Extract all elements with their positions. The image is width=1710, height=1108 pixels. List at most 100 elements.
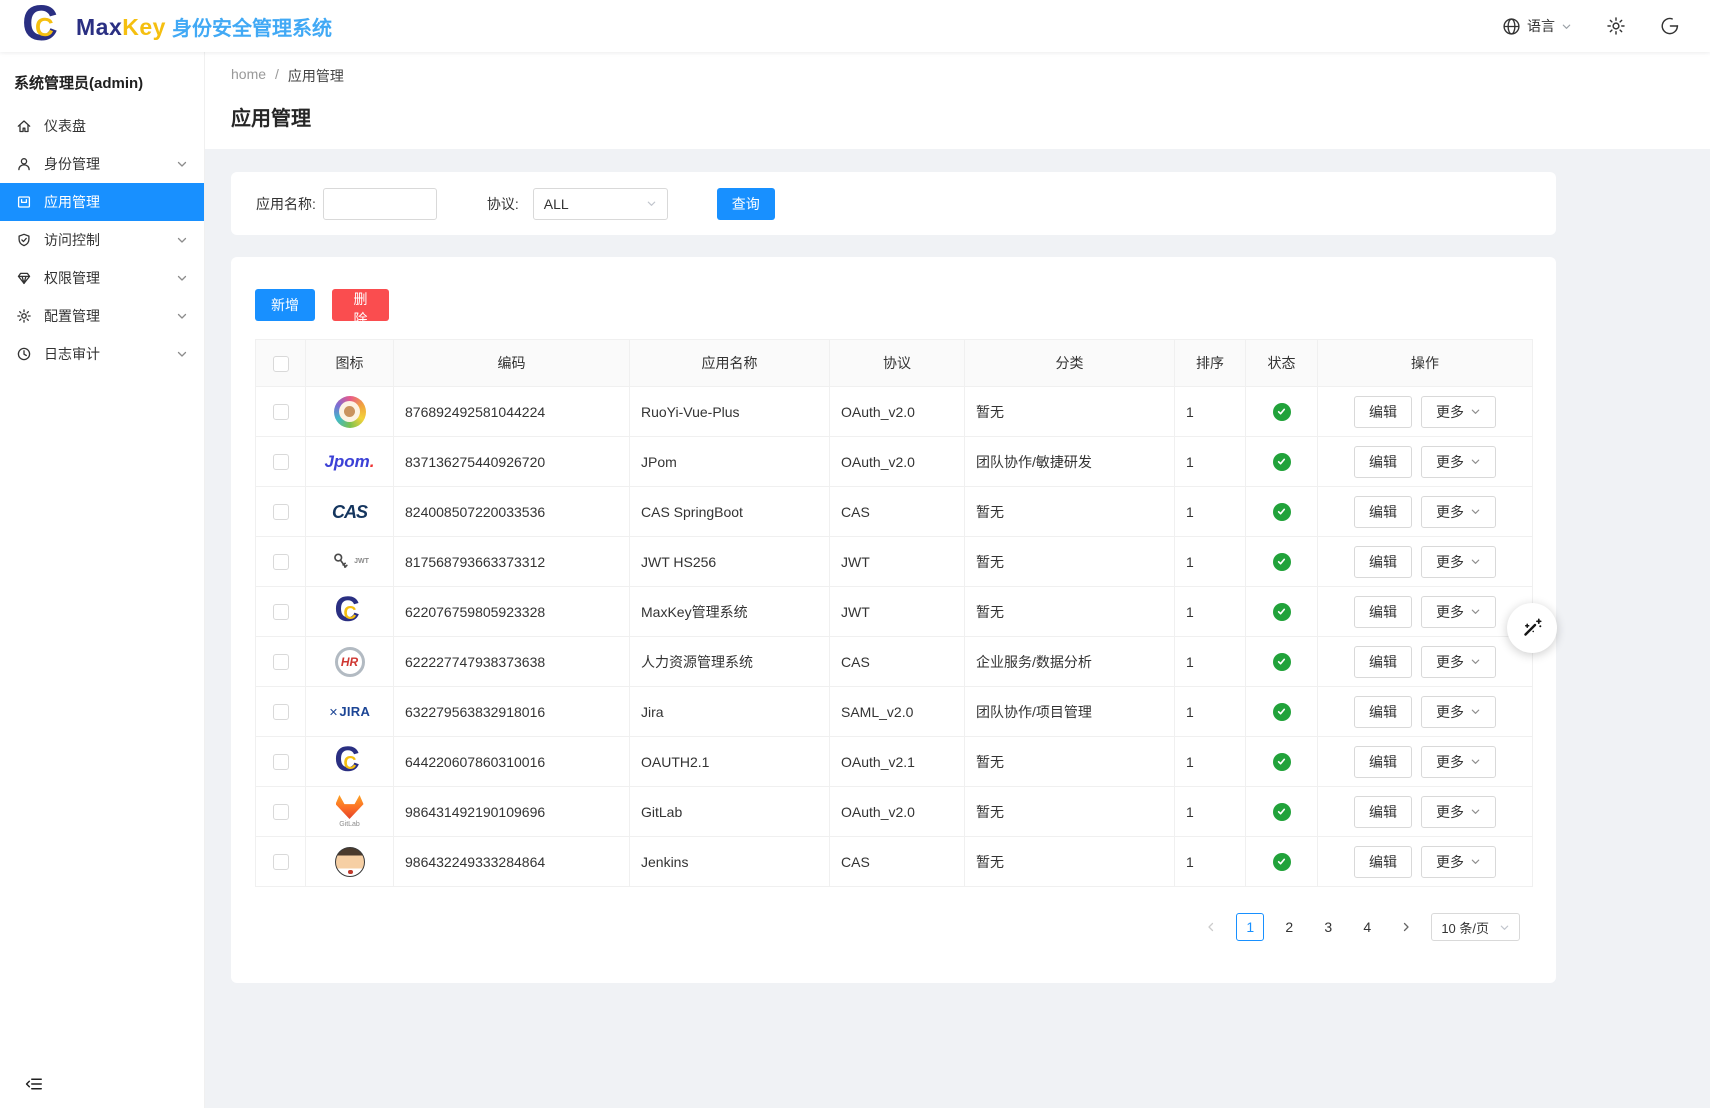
sidebar-item-2[interactable]: 应用管理 (0, 183, 204, 221)
app-name-label: 应用名称: (256, 194, 316, 214)
app-protocol: CAS (830, 637, 965, 687)
breadcrumb-home[interactable]: home (231, 66, 266, 86)
delete-button[interactable]: 删除 (332, 289, 389, 321)
row-checkbox[interactable] (273, 654, 289, 670)
more-button[interactable]: 更多 (1421, 746, 1496, 778)
row-checkbox[interactable] (273, 704, 289, 720)
edit-button[interactable]: 编辑 (1354, 446, 1412, 478)
edit-button[interactable]: 编辑 (1354, 596, 1412, 628)
add-button[interactable]: 新增 (255, 289, 315, 321)
page-head: home / 应用管理 应用管理 (205, 52, 1710, 149)
status-enabled-icon (1273, 703, 1291, 721)
app-code: 986432249333284864 (394, 837, 630, 887)
protocol-select[interactable]: ALL (533, 188, 668, 220)
sidebar-item-6[interactable]: 日志审计 (0, 335, 204, 373)
dashboard-icon (16, 118, 32, 134)
app-name: GitLab (630, 787, 830, 837)
sidebar-item-1[interactable]: 身份管理 (0, 145, 204, 183)
table-row: CC644220607860310016OAUTH2.1OAuth_v2.1暂无… (256, 737, 1533, 787)
chevron-down-icon (1470, 556, 1481, 567)
edit-button[interactable]: 编辑 (1354, 546, 1412, 578)
edit-button[interactable]: 编辑 (1354, 396, 1412, 428)
app-protocol: OAuth_v2.0 (830, 437, 965, 487)
app-name: RuoYi-Vue-Plus (630, 387, 830, 437)
sidebar-item-4[interactable]: 权限管理 (0, 259, 204, 297)
app-name-input[interactable] (323, 188, 437, 220)
edit-button[interactable]: 编辑 (1354, 846, 1412, 878)
app-code: 876892492581044224 (394, 387, 630, 437)
col-sort-header: 排序 (1175, 340, 1246, 387)
more-button[interactable]: 更多 (1421, 446, 1496, 478)
app-category: 企业服务/数据分析 (965, 637, 1175, 687)
search-button[interactable]: 查询 (717, 188, 775, 220)
shield-icon (16, 232, 32, 248)
row-checkbox[interactable] (273, 854, 289, 870)
breadcrumb-separator: / (275, 66, 279, 86)
row-checkbox[interactable] (273, 404, 289, 420)
chevron-left-icon (1205, 921, 1217, 933)
protocol-label: 协议: (487, 194, 519, 214)
language-menu[interactable]: 语言 (1502, 16, 1572, 36)
select-all-checkbox[interactable] (273, 356, 289, 372)
prev-page-button[interactable] (1197, 913, 1225, 941)
more-button[interactable]: 更多 (1421, 696, 1496, 728)
row-checkbox[interactable] (273, 754, 289, 770)
status-enabled-icon (1273, 503, 1291, 521)
edit-button[interactable]: 编辑 (1354, 746, 1412, 778)
table-row: CC622076759805923328MaxKey管理系统JWT暂无1编辑更多 (256, 587, 1533, 637)
more-button[interactable]: 更多 (1421, 646, 1496, 678)
chevron-down-icon (1470, 506, 1481, 517)
app-category: 暂无 (965, 537, 1175, 587)
app-category: 暂无 (965, 587, 1175, 637)
row-checkbox[interactable] (273, 554, 289, 570)
row-checkbox[interactable] (273, 804, 289, 820)
more-button[interactable]: 更多 (1421, 496, 1496, 528)
app-code: 986431492190109696 (394, 787, 630, 837)
edit-button[interactable]: 编辑 (1354, 796, 1412, 828)
more-button[interactable]: 更多 (1421, 596, 1496, 628)
app-name: Jenkins (630, 837, 830, 887)
more-button[interactable]: 更多 (1421, 846, 1496, 878)
table-row: HR622227747938373638人力资源管理系统CAS企业服务/数据分析… (256, 637, 1533, 687)
status-enabled-icon (1273, 753, 1291, 771)
maxkey-logo-icon: CC (22, 3, 68, 49)
sidebar-item-0[interactable]: 仪表盘 (0, 107, 204, 145)
sidebar-item-label: 访问控制 (44, 230, 100, 250)
settings-button[interactable] (1606, 16, 1626, 36)
more-button[interactable]: 更多 (1421, 796, 1496, 828)
theme-wand-button[interactable] (1507, 603, 1557, 653)
chevron-down-icon (1499, 922, 1510, 933)
edit-button[interactable]: 编辑 (1354, 496, 1412, 528)
more-button[interactable]: 更多 (1421, 546, 1496, 578)
edit-button[interactable]: 编辑 (1354, 696, 1412, 728)
table-row: 986432249333284864JenkinsCAS暂无1编辑更多 (256, 837, 1533, 887)
page-size-select[interactable]: 10 条/页 (1431, 913, 1520, 941)
page-button-3[interactable]: 3 (1314, 913, 1342, 941)
sidebar-item-3[interactable]: 访问控制 (0, 221, 204, 259)
chevron-down-icon (176, 348, 188, 360)
jira-logo: ✕JIRA (329, 705, 370, 719)
sidebar-item-5[interactable]: 配置管理 (0, 297, 204, 335)
app-name: CAS SpringBoot (630, 487, 830, 537)
app-protocol: OAuth_v2.0 (830, 787, 965, 837)
row-checkbox[interactable] (273, 454, 289, 470)
app-sort: 1 (1175, 637, 1246, 687)
cas-logo: CAS (332, 503, 367, 521)
app-code: 644220607860310016 (394, 737, 630, 787)
identity-icon (16, 156, 32, 172)
row-checkbox[interactable] (273, 604, 289, 620)
logout-button[interactable] (1660, 16, 1680, 36)
page-button-1[interactable]: 1 (1236, 913, 1264, 941)
sidebar-collapse-button[interactable] (24, 1074, 44, 1094)
page-button-2[interactable]: 2 (1275, 913, 1303, 941)
brand-suffix: 身份安全管理系统 (172, 18, 332, 40)
app-category: 暂无 (965, 487, 1175, 537)
maxkey-logo: CC (334, 596, 366, 628)
row-checkbox[interactable] (273, 504, 289, 520)
edit-button[interactable]: 编辑 (1354, 646, 1412, 678)
next-page-button[interactable] (1392, 913, 1420, 941)
more-button[interactable]: 更多 (1421, 396, 1496, 428)
page-button-4[interactable]: 4 (1353, 913, 1381, 941)
breadcrumb: home / 应用管理 (231, 66, 1684, 86)
breadcrumb-current: 应用管理 (288, 66, 344, 86)
